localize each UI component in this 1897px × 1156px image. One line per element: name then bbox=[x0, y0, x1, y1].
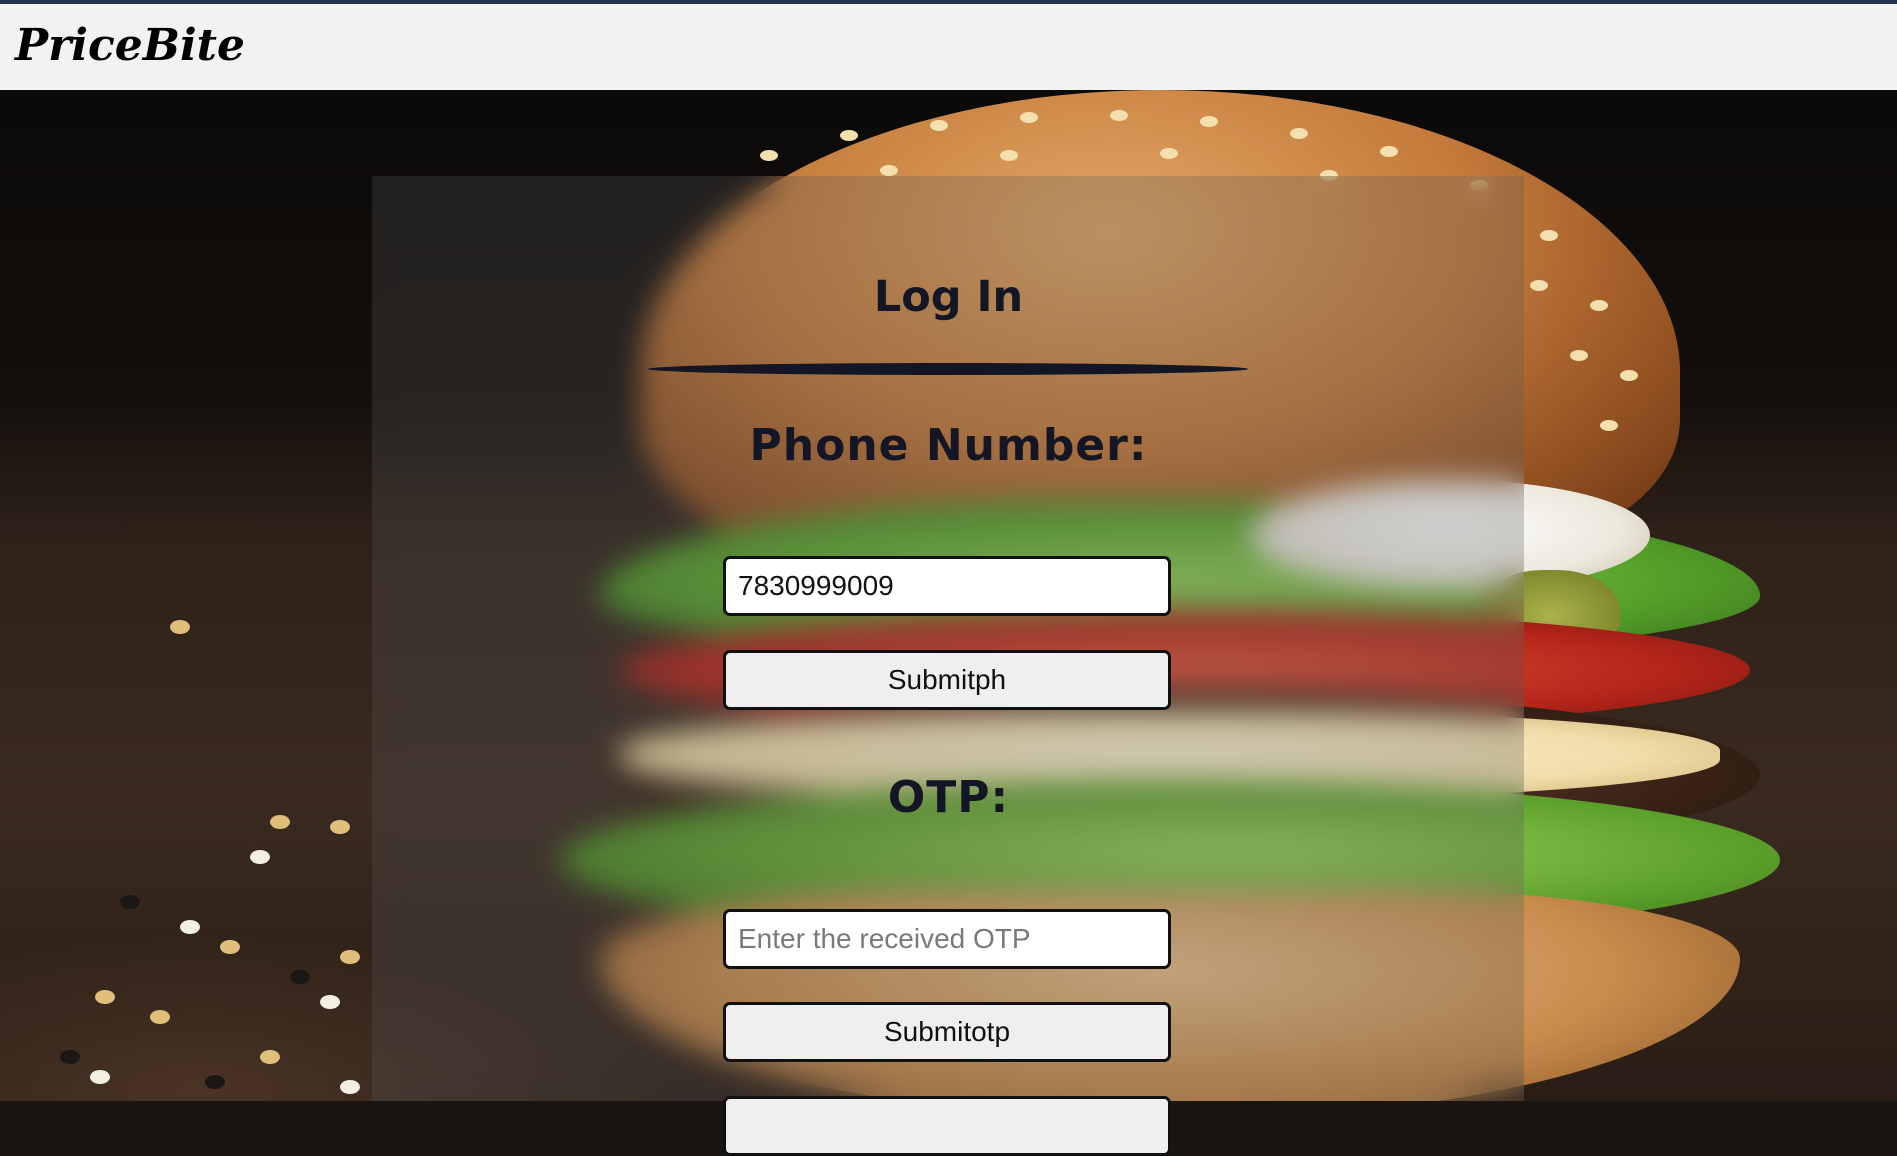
phone-number-input[interactable] bbox=[723, 556, 1171, 616]
app-header: PriceBite bbox=[0, 4, 1897, 90]
next-button-partial[interactable] bbox=[723, 1096, 1171, 1156]
phone-number-label: Phone Number: bbox=[749, 420, 1148, 471]
brand-logo[interactable]: PriceBite bbox=[15, 20, 245, 71]
page-title: Log In bbox=[873, 272, 1024, 322]
otp-label: OTP: bbox=[887, 772, 1010, 823]
submit-otp-button[interactable]: Submitotp bbox=[723, 1002, 1171, 1062]
otp-input[interactable] bbox=[723, 909, 1171, 969]
submit-phone-button[interactable]: Submitph bbox=[723, 650, 1171, 710]
title-divider bbox=[648, 363, 1248, 375]
